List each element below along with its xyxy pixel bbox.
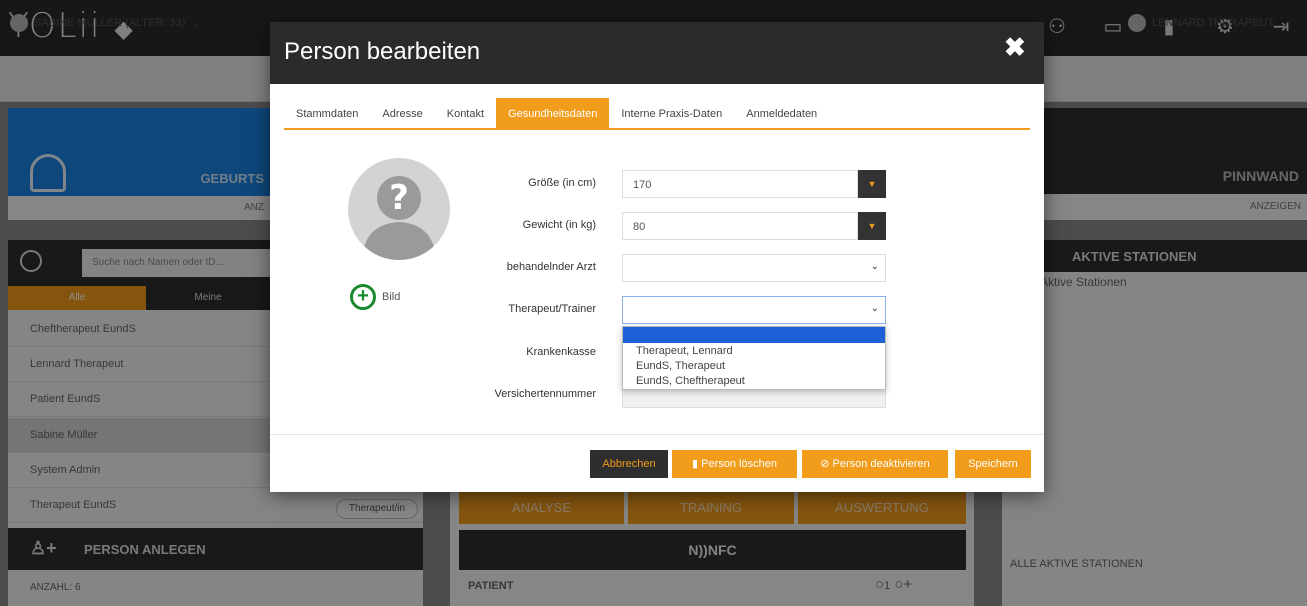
gewicht-input[interactable]: 80 <box>622 212 858 240</box>
dropdown-option[interactable]: EundS, Cheftherapeut <box>636 375 745 387</box>
tab-anmeldedaten[interactable]: Anmeldedaten <box>734 98 829 128</box>
arzt-select[interactable]: ⌄ <box>622 254 886 282</box>
dropdown-option[interactable]: Therapeut, Lennard <box>636 345 733 357</box>
krankenkasse-label: Krankenkasse <box>526 346 596 358</box>
caret-down-icon[interactable]: ▼ <box>858 212 886 240</box>
chevron-down-icon: ⌄ <box>870 303 879 314</box>
tab-interne-praxis-daten[interactable]: Interne Praxis-Daten <box>609 98 734 128</box>
dialog-tabs: Stammdaten Adresse Kontakt Gesundheitsda… <box>284 98 1030 130</box>
deactivate-person-button[interactable]: ⊘ Person deaktivieren <box>802 450 948 478</box>
plus-icon: + <box>350 284 376 310</box>
arzt-label: behandelnder Arzt <box>506 261 596 273</box>
therapeut-dropdown-list: Therapeut, Lennard EundS, Therapeut Eund… <box>622 326 886 390</box>
tab-kontakt[interactable]: Kontakt <box>435 98 496 128</box>
groesse-input[interactable]: 170 <box>622 170 858 198</box>
edit-person-dialog: Person bearbeiten ✖ Stammdaten Adresse K… <box>270 22 1044 492</box>
add-picture-button[interactable]: + Bild <box>350 284 400 310</box>
gewicht-label: Gewicht (in kg) <box>522 219 596 231</box>
tab-adresse[interactable]: Adresse <box>370 98 434 128</box>
caret-down-icon[interactable]: ▼ <box>858 170 886 198</box>
add-picture-label: Bild <box>382 291 401 303</box>
tab-gesundheitsdaten[interactable]: Gesundheitsdaten <box>496 98 610 128</box>
divider <box>270 434 1044 435</box>
unknown-person-icon: ? <box>362 176 436 260</box>
profile-photo-placeholder: ? <box>348 158 450 260</box>
tab-stammdaten[interactable]: Stammdaten <box>284 98 370 128</box>
delete-person-button[interactable]: ▮ Person löschen <box>672 450 797 478</box>
therapeut-select[interactable]: ⌄ <box>622 296 886 324</box>
dropdown-option-empty[interactable] <box>623 327 885 343</box>
svg-text:?: ? <box>389 178 409 218</box>
versicherung-label: Versichertennummer <box>494 388 597 400</box>
therapeut-label: Therapeut/Trainer <box>508 303 596 315</box>
groesse-label: Größe (in cm) <box>528 177 596 189</box>
close-icon[interactable]: ✖ <box>1004 32 1026 63</box>
dropdown-option[interactable]: EundS, Therapeut <box>636 360 725 372</box>
save-button[interactable]: Speichern <box>955 450 1031 478</box>
chevron-down-icon: ⌄ <box>870 261 879 272</box>
dialog-title: Person bearbeiten <box>284 38 481 65</box>
cancel-button[interactable]: Abbrechen <box>590 450 668 478</box>
ban-icon: ⊘ <box>820 458 833 470</box>
trash-icon: ▮ <box>692 458 702 470</box>
